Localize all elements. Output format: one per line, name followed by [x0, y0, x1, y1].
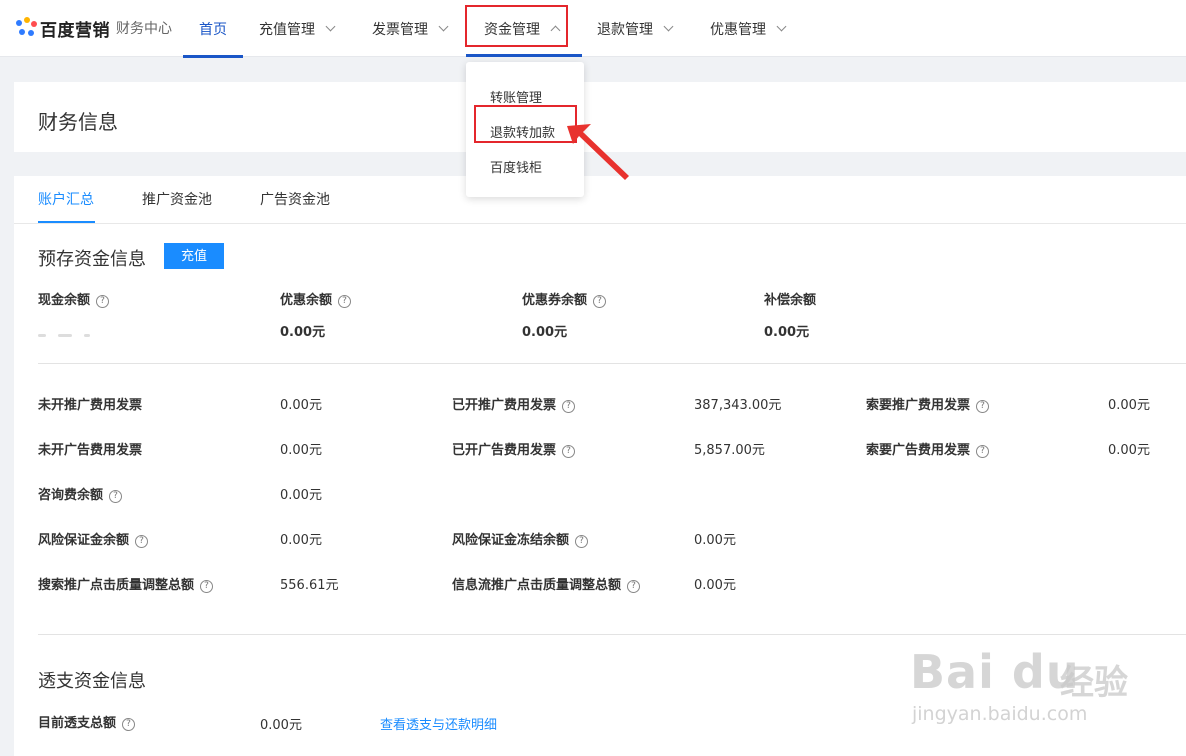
nav-refund[interactable]: 退款管理 [597, 0, 674, 57]
menu-item-transfer[interactable]: 转账管理 [490, 87, 542, 106]
help-circle-icon[interactable]: ? [976, 445, 990, 458]
menu-item-baidu-wallet[interactable]: 百度钱柜 [490, 157, 542, 176]
overdraft-total-label: 目前透支总额? [38, 712, 136, 731]
feed-click-quality-adjust-label: 信息流推广点击质量调整总额? [452, 574, 641, 593]
nav-active-indicator [466, 54, 582, 57]
tab-promo-fund-pool[interactable]: 推广资金池 [142, 189, 212, 209]
search-click-quality-adjust-label-text: 搜索推广点击质量调整总额 [38, 578, 195, 593]
risk-deposit-balance-label: 风险保证金余额? [38, 529, 149, 548]
chevron-down-icon [325, 21, 336, 32]
compensation-balance-label: 补偿余额 [764, 293, 817, 308]
nav-home[interactable]: 首页 [183, 0, 243, 58]
coupon-balance-label-text: 优惠券余额 [522, 293, 588, 308]
request-promo-invoice-value: 0.00元 [1108, 398, 1150, 413]
risk-deposit-frozen-label: 风险保证金冻结余额? [452, 529, 589, 548]
tab-bar: 账户汇总 推广资金池 广告资金池 [14, 176, 1186, 224]
brand-name: 百度营销 [40, 20, 110, 41]
help-circle-icon[interactable]: ? [109, 490, 123, 503]
chevron-down-icon [776, 21, 787, 32]
issued-ad-invoice-value: 5,857.00元 [694, 443, 765, 458]
request-ad-invoice-value: 0.00元 [1108, 443, 1150, 458]
help-circle-icon[interactable]: ? [96, 295, 110, 308]
chevron-down-icon [663, 21, 674, 32]
divider [38, 363, 1186, 364]
compensation-balance-value: 0.00元 [764, 325, 810, 340]
nav-discount-label: 优惠管理 [710, 21, 766, 38]
help-circle-icon[interactable]: ? [575, 535, 589, 548]
brand-logo[interactable]: 百度营销 财务中心 [16, 17, 172, 41]
coupon-balance-value: 0.00元 [522, 325, 568, 340]
issued-promo-invoice-label: 已开推广费用发票? [452, 394, 576, 413]
cash-balance-value-redacted [38, 322, 118, 337]
help-circle-icon[interactable]: ? [562, 445, 576, 458]
risk-deposit-balance-label-text: 风险保证金余额 [38, 533, 130, 548]
help-circle-icon[interactable]: ? [135, 535, 149, 548]
help-circle-icon[interactable]: ? [562, 400, 576, 413]
nav-refund-label: 退款管理 [597, 21, 653, 38]
top-navbar: 百度营销 财务中心 首页 充值管理 发票管理 资金管理 退款管理 优惠管理 [0, 0, 1186, 58]
help-circle-icon[interactable]: ? [122, 718, 136, 731]
search-click-quality-adjust-value: 556.61元 [280, 578, 339, 593]
nav-recharge[interactable]: 充值管理 [259, 0, 336, 57]
tab-active-indicator [38, 221, 95, 223]
risk-deposit-frozen-label-text: 风险保证金冻结余额 [452, 533, 570, 548]
highlight-box-refund-to-deposit [474, 105, 577, 143]
overdraft-section-title: 透支资金信息 [38, 671, 146, 692]
chevron-down-icon [438, 21, 449, 32]
unissued-promo-invoice-label: 未开推广费用发票 [38, 398, 143, 413]
nav-invoice[interactable]: 发票管理 [372, 0, 449, 57]
page-title: 财务信息 [38, 110, 118, 134]
risk-deposit-frozen-value: 0.00元 [694, 533, 736, 548]
cash-balance-label: 现金余额? [38, 289, 110, 308]
issued-ad-invoice-label-text: 已开广告费用发票 [452, 443, 557, 458]
overdraft-total-value: 0.00元 [260, 718, 302, 733]
tab-ad-fund-pool[interactable]: 广告资金池 [260, 189, 330, 209]
feed-click-quality-adjust-label-text: 信息流推广点击质量调整总额 [452, 578, 622, 593]
discount-balance-label-text: 优惠余额 [280, 293, 333, 308]
baidu-logo-icon [16, 17, 38, 39]
nav-discount[interactable]: 优惠管理 [710, 0, 787, 57]
unissued-ad-invoice-label: 未开广告费用发票 [38, 443, 143, 458]
unissued-ad-invoice-value: 0.00元 [280, 443, 322, 458]
prepaid-section-title: 预存资金信息 [38, 249, 146, 270]
feed-click-quality-adjust-value: 0.00元 [694, 578, 736, 593]
nav-invoice-label: 发票管理 [372, 21, 428, 38]
issued-promo-invoice-value: 387,343.00元 [694, 398, 782, 413]
brand-subtitle: 财务中心 [116, 21, 172, 37]
issued-ad-invoice-label: 已开广告费用发票? [452, 439, 576, 458]
help-circle-icon[interactable]: ? [338, 295, 352, 308]
help-circle-icon[interactable]: ? [200, 580, 214, 593]
risk-deposit-balance-value: 0.00元 [280, 533, 322, 548]
nav-home-label: 首页 [199, 21, 227, 38]
nav-recharge-label: 充值管理 [259, 21, 315, 38]
request-ad-invoice-label-text: 索要广告费用发票 [866, 443, 971, 458]
request-promo-invoice-label-text: 索要推广费用发票 [866, 398, 971, 413]
help-circle-icon[interactable]: ? [627, 580, 641, 593]
consulting-fee-balance-label-text: 咨询费余额 [38, 488, 104, 503]
coupon-balance-label: 优惠券余额? [522, 289, 607, 308]
request-ad-invoice-label: 索要广告费用发票? [866, 439, 990, 458]
issued-promo-invoice-label-text: 已开推广费用发票 [452, 398, 557, 413]
search-click-quality-adjust-label: 搜索推广点击质量调整总额? [38, 574, 214, 593]
discount-balance-value: 0.00元 [280, 325, 326, 340]
discount-balance-label: 优惠余额? [280, 289, 352, 308]
cash-balance-label-text: 现金余额 [38, 293, 91, 308]
charge-button[interactable]: 充值 [164, 243, 224, 269]
consulting-fee-balance-label: 咨询费余额? [38, 484, 123, 503]
unissued-promo-invoice-value: 0.00元 [280, 398, 322, 413]
overdraft-detail-link[interactable]: 查看透支与还款明细 [380, 714, 497, 733]
help-circle-icon[interactable]: ? [593, 295, 607, 308]
help-circle-icon[interactable]: ? [976, 400, 990, 413]
account-summary-card: 账户汇总 推广资金池 广告资金池 预存资金信息 充值 现金余额? 优惠余额? 0… [14, 176, 1186, 756]
consulting-fee-balance-value: 0.00元 [280, 488, 322, 503]
divider [38, 634, 1186, 635]
overdraft-total-label-text: 目前透支总额 [38, 716, 117, 731]
highlight-box-funds [465, 5, 568, 47]
request-promo-invoice-label: 索要推广费用发票? [866, 394, 990, 413]
red-arrow-icon [567, 124, 629, 180]
tab-account-summary[interactable]: 账户汇总 [38, 189, 94, 209]
